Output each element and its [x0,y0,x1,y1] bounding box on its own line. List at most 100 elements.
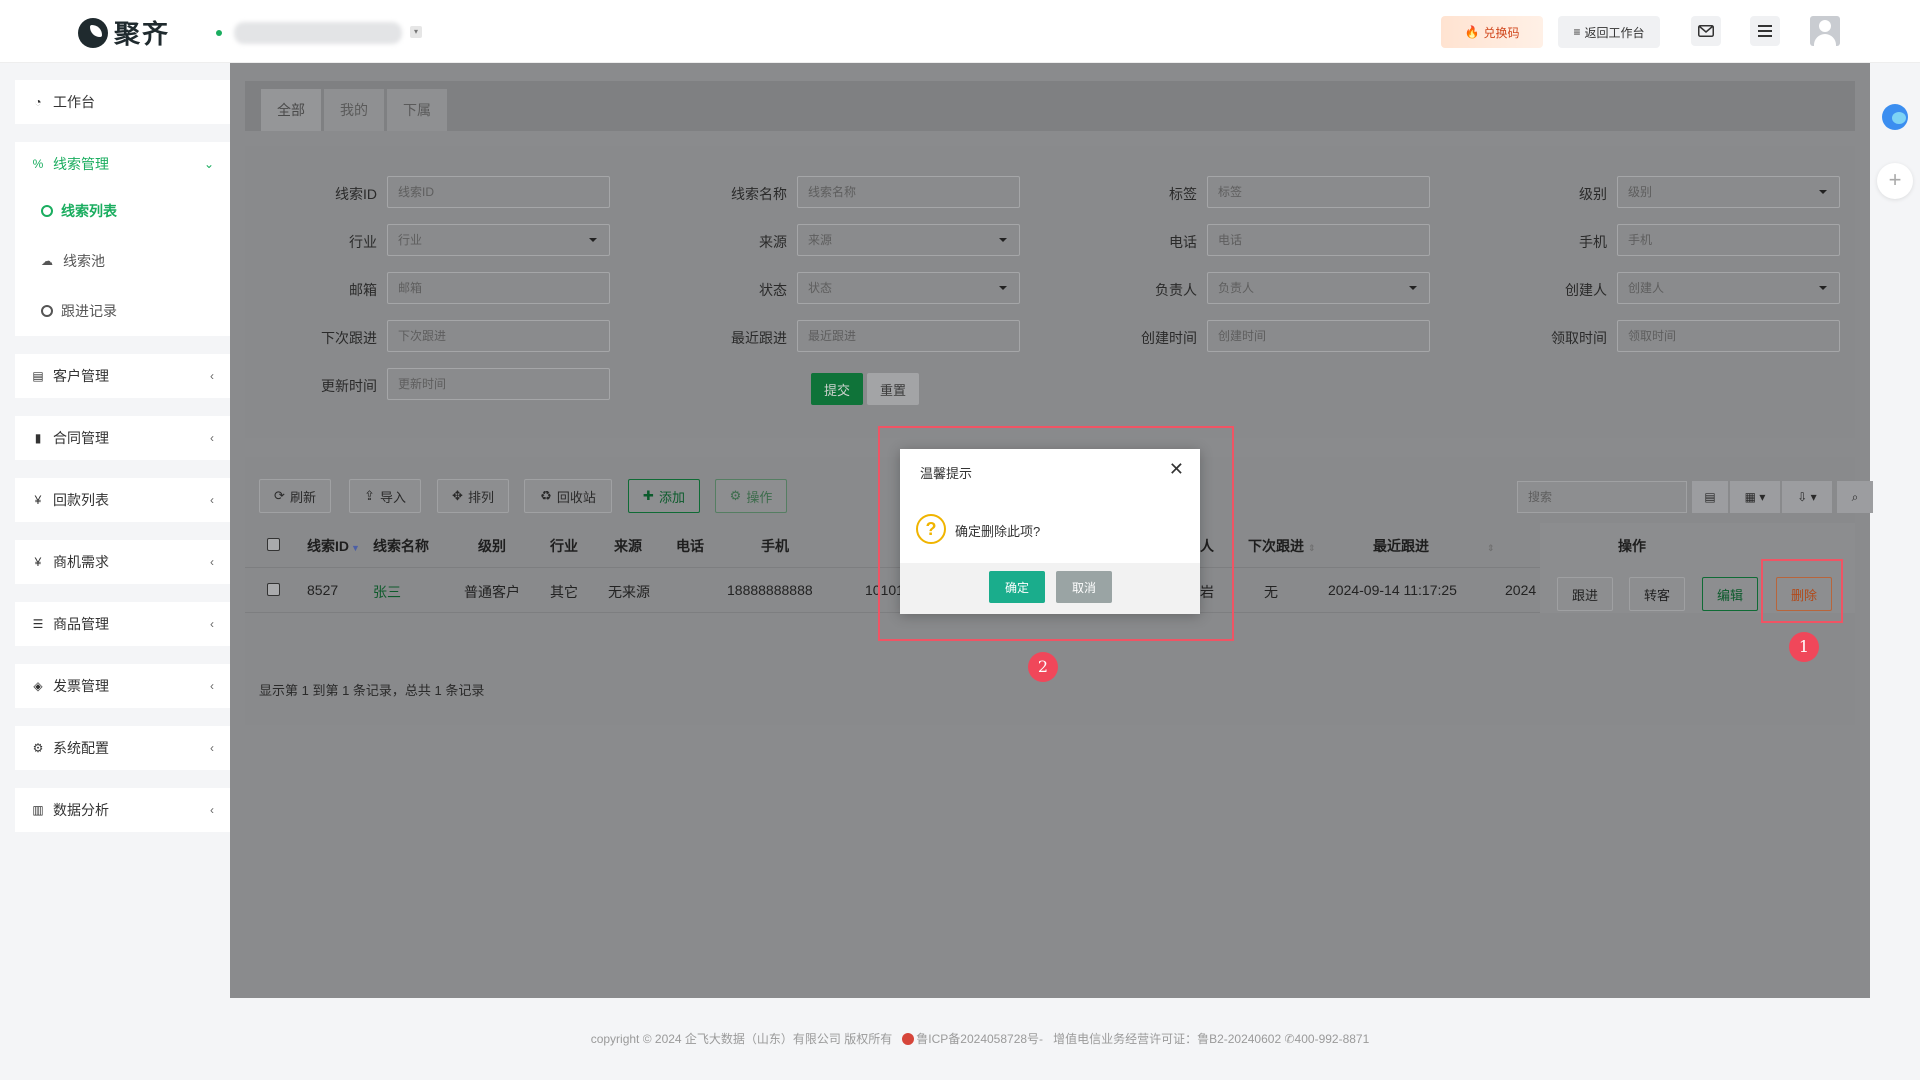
claimed-time-input[interactable]: 领取时间 [1617,320,1840,352]
refresh-button[interactable]: ⟳ 刷新 [259,479,331,513]
import-label: 导入 [379,489,406,505]
redeem-code-button[interactable]: 🔥 兑换码 [1441,16,1543,48]
card-view-button[interactable]: ▤ [1692,481,1728,513]
sidebar-item-system-config[interactable]: ⚙ 系统配置 ‹ [15,726,230,770]
creator-select[interactable]: 创建人 [1617,272,1840,304]
cloud-icon: ☁ [41,254,53,268]
sidebar-item-label: 合同管理 [53,430,109,446]
org-dropdown-icon[interactable]: ▾ [410,26,422,38]
tab-bar: 全部 我的 下属 [245,81,1855,131]
email-input[interactable]: 邮箱 [387,272,610,304]
sidebar-item-invoices[interactable]: ◈ 发票管理 ‹ [15,664,230,708]
brand-name: 聚齐 [114,19,171,49]
id-card-icon: ▤ [32,369,44,383]
sidebar-item-workbench[interactable]: ◔ 工作台 [15,80,230,124]
sidebar-subitem-lead-pool[interactable]: ☁ 线索池 [15,236,230,286]
follow-button[interactable]: 跟进 [1557,577,1613,611]
lead-id-input[interactable]: 线索ID [387,176,610,208]
column-header-next-follow[interactable]: 下次跟进 ⇕ [1248,536,1316,556]
mobile-input[interactable]: 手机 [1617,224,1840,256]
sidebar-item-analytics[interactable]: ▥ 数据分析 ‹ [15,788,230,832]
column-header-operations: 操作 [1618,538,1646,554]
edit-button[interactable]: 编辑 [1702,577,1758,611]
search-input[interactable]: 搜索 [1517,481,1687,513]
tab-mine[interactable]: 我的 [324,89,384,131]
close-icon[interactable]: ✕ [1169,459,1184,480]
filter-label: 线索名称 [731,186,787,202]
level-select[interactable]: 级别 [1617,176,1840,208]
filter-label: 标签 [1169,186,1197,202]
chevron-left-icon: ‹ [210,741,214,755]
tag-icon: ◈ [33,679,43,693]
mail-icon [1698,25,1714,37]
export-button[interactable]: ⇩ ▾ [1782,481,1832,513]
brand-logo[interactable]: 聚齐 [78,14,170,51]
cancel-button[interactable]: 取消 [1056,571,1112,603]
sidebar-subitem-follow-records[interactable]: 跟进记录 [15,286,230,336]
last-follow-input[interactable]: 最近跟进 [797,320,1020,352]
sidebar-item-opportunities[interactable]: ¥ 商机需求 ‹ [15,540,230,584]
updated-time-input[interactable]: 更新时间 [387,368,610,400]
columns-button[interactable]: ▦ ▾ [1730,481,1780,513]
sidebar-item-contracts[interactable]: ▮ 合同管理 ‹ [15,416,230,460]
column-header-level: 级别 [478,538,506,554]
reset-button[interactable]: 重置 [867,373,919,405]
add-widget-button[interactable]: + [1877,163,1913,199]
chat-bubble-icon[interactable] [1882,104,1908,130]
column-header-industry: 行业 [550,538,578,554]
sidebar-item-label: 客户管理 [53,368,109,384]
column-header-source: 来源 [614,538,642,554]
filter-label: 级别 [1579,186,1607,202]
sidebar-item-leads[interactable]: % 线索管理 ⌄ [15,142,230,186]
column-header-id[interactable]: 线索ID ▼ [307,536,360,556]
cell-name-link[interactable]: 张三 [373,582,401,602]
search-button[interactable]: ⌕ [1837,481,1873,513]
row-checkbox[interactable] [267,583,280,596]
convert-customer-button[interactable]: 转客 [1629,577,1685,611]
tab-all[interactable]: 全部 [261,89,321,131]
sidebar-item-label: 商机需求 [53,554,109,570]
user-avatar[interactable] [1810,16,1840,46]
refresh-icon: ⟳ [274,488,285,503]
sidebar-item-payments[interactable]: ¥ 回款列表 ‹ [15,478,230,522]
add-button[interactable]: ✚ 添加 [628,479,700,513]
cell-next-follow: 无 [1264,584,1278,600]
phone-input[interactable]: 电话 [1207,224,1430,256]
source-select[interactable]: 来源 [797,224,1020,256]
sort-button[interactable]: ✥ 排列 [437,479,509,513]
sidebar-item-products[interactable]: ☰ 商品管理 ‹ [15,602,230,646]
column-header-last-follow[interactable]: 最近跟进 ⇕ [1373,536,1495,556]
industry-select[interactable]: 行业 [387,224,610,256]
submit-button[interactable]: 提交 [811,373,863,405]
sidebar-subitem-lead-list[interactable]: 线索列表 [15,186,230,236]
mail-button[interactable] [1691,16,1721,46]
filter-label: 最近跟进 [731,330,787,346]
operate-label: 操作 [746,489,773,505]
sidebar-item-customers[interactable]: ▤ 客户管理 ‹ [15,354,230,398]
back-to-workbench-button[interactable]: ≡ 返回工作台 [1558,16,1660,48]
recycle-bin-button[interactable]: ♻ 回收站 [524,479,612,513]
sidebar: ◔ 工作台 % 线索管理 ⌄ 线索列表 ☁ 线索池 跟进记录 ▤ 客户管理 ‹ … [15,80,230,850]
menu-button[interactable] [1750,16,1780,46]
phone-icon: ✆ [1284,1032,1295,1046]
status-select[interactable]: 状态 [797,272,1020,304]
operate-button[interactable]: ⚙ 操作 [715,479,787,513]
recycle-icon: ♻ [540,488,552,503]
redeem-code-label: 兑换码 [1483,25,1520,40]
organization-name-blurred[interactable] [234,22,402,44]
icp-link[interactable]: 鲁ICP备2024058728号- [916,1032,1043,1046]
lead-name-input[interactable]: 线索名称 [797,176,1020,208]
filter-label: 更新时间 [321,378,377,394]
confirm-dialog: 温馨提示 ✕ ? 确定删除此项? 确定 取消 [900,449,1200,614]
import-button[interactable]: ⇪ 导入 [349,479,421,513]
next-follow-input[interactable]: 下次跟进 [387,320,610,352]
tag-input[interactable]: 标签 [1207,176,1430,208]
tab-subordinates[interactable]: 下属 [387,89,447,131]
owner-select[interactable]: 负责人 [1207,272,1430,304]
chevron-left-icon: ‹ [210,493,214,507]
created-time-input[interactable]: 创建时间 [1207,320,1430,352]
confirm-button[interactable]: 确定 [989,571,1045,603]
column-header-label: 最近跟进 [1373,538,1429,554]
top-bar: 聚齐 ▾ 🔥 兑换码 ≡ 返回工作台 [0,0,1920,63]
select-all-checkbox[interactable] [267,538,280,551]
